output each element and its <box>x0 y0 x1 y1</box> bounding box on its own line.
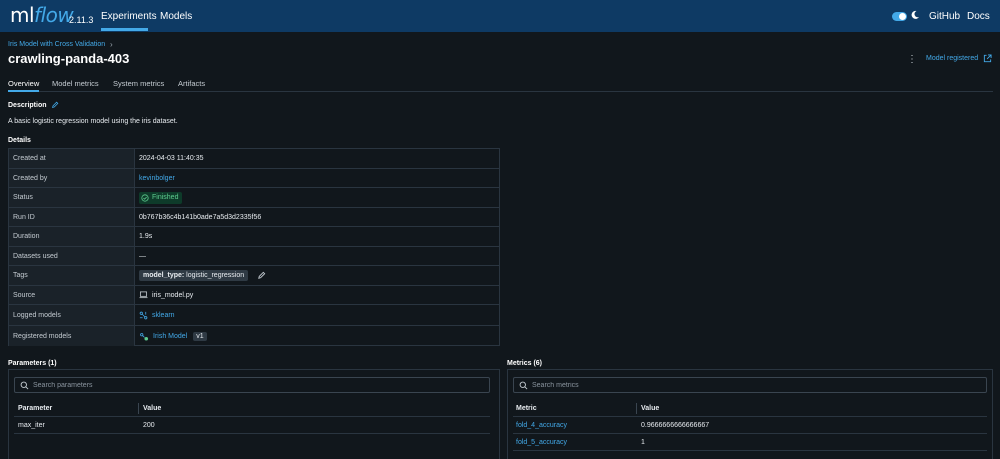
metrics-table-header: Metric Value <box>513 400 987 417</box>
metric-name-link[interactable]: fold_5_accuracy <box>516 434 567 451</box>
parameter-name: max_iter <box>18 422 45 429</box>
tab-overview[interactable]: Overview <box>8 79 39 88</box>
status-text: Finished <box>152 194 179 201</box>
details-row-tags: Tags model_type: logistic_regression <box>9 266 499 286</box>
details-row-run-id: Run ID 0b767b36c4b141b0ade7a5d3d2335f56 <box>9 208 499 227</box>
details-row-status: Status Finished <box>9 188 499 208</box>
created-at-value: 2024-04-03 11:40:35 <box>139 155 204 162</box>
more-options-icon[interactable]: ⋮ <box>907 54 917 65</box>
source-value[interactable]: iris_model.py <box>152 292 193 299</box>
tabs-divider <box>8 91 993 92</box>
duration-value: 1.9s <box>139 233 153 240</box>
metric-value: 0.9666666666666667 <box>641 422 710 429</box>
description-heading: Description <box>8 102 47 109</box>
tag-value: logistic_regression <box>184 272 245 279</box>
table-row: max_iter 200 <box>14 417 490 434</box>
tag-chip: model_type: logistic_regression <box>139 270 249 281</box>
table-row: fold_5_accuracy 1 <box>513 434 987 451</box>
metrics-panel: Metric Value fold_4_accuracy 0.966666666… <box>507 369 993 459</box>
column-divider[interactable] <box>636 403 637 414</box>
details-label: Registered models <box>9 326 135 346</box>
details-label: Tags <box>9 266 135 285</box>
moon-icon <box>911 10 919 19</box>
theme-toggle[interactable] <box>892 12 907 21</box>
breadcrumb-chevron-icon: › <box>110 40 113 49</box>
metric-value: 1 <box>641 439 645 446</box>
details-row-logged-models: Logged models sklearn <box>9 305 499 326</box>
details-label: Datasets used <box>9 247 135 265</box>
datasets-value: — <box>139 252 146 260</box>
details-row-created-by: Created by kevinbolger <box>9 169 499 188</box>
github-link[interactable]: GitHub <box>929 11 960 22</box>
tab-system-metrics[interactable]: System metrics <box>113 79 164 88</box>
details-label: Status <box>9 188 135 207</box>
details-row-datasets: Datasets used — <box>9 247 499 266</box>
column-header-value[interactable]: Value <box>641 400 659 417</box>
parameters-heading: Parameters (1) <box>8 360 57 367</box>
version-label: 2.11.3 <box>69 15 94 25</box>
mlflow-logo[interactable]: mlflow <box>10 3 74 27</box>
column-header-value[interactable]: Value <box>143 400 161 417</box>
top-navbar: mlflow 2.11.3 Experiments Models GitHub … <box>0 0 1000 32</box>
details-heading: Details <box>8 137 31 144</box>
breadcrumb-experiment-link[interactable]: Iris Model with Cross Validation <box>8 41 105 48</box>
external-link-icon[interactable] <box>983 54 992 63</box>
details-table: Created at 2024-04-03 11:40:35 Created b… <box>8 148 500 346</box>
created-by-link[interactable]: kevinbolger <box>139 169 175 187</box>
column-divider[interactable] <box>138 403 139 414</box>
details-label: Source <box>9 286 135 304</box>
laptop-icon <box>139 291 148 299</box>
page-title: crawling-panda-403 <box>8 51 130 66</box>
logged-model-link[interactable]: sklearn <box>152 312 175 319</box>
details-row-source: Source iris_model.py <box>9 286 499 305</box>
table-row: fold_4_accuracy 0.9666666666666667 <box>513 417 987 434</box>
search-icon <box>20 381 29 390</box>
edit-tags-pencil-icon[interactable] <box>257 271 266 280</box>
details-label: Duration <box>9 227 135 246</box>
check-circle-icon <box>141 193 149 202</box>
details-row-duration: Duration 1.9s <box>9 227 499 247</box>
search-icon <box>519 381 528 390</box>
details-label: Run ID <box>9 208 135 226</box>
parameters-table-header: Parameter Value <box>14 400 490 417</box>
parameters-panel: Parameter Value max_iter 200 <box>8 369 500 459</box>
tab-artifacts[interactable]: Artifacts <box>178 79 205 88</box>
details-label: Created by <box>9 169 135 187</box>
tag-key: model_type: <box>143 272 185 279</box>
search-metrics-box[interactable] <box>513 377 987 393</box>
tab-model-metrics[interactable]: Model metrics <box>52 79 99 88</box>
run-id-value: 0b767b36c4b141b0ade7a5d3d2335f56 <box>139 213 262 221</box>
model-registered-link[interactable]: Model registered <box>926 55 978 62</box>
column-header-parameter[interactable]: Parameter <box>18 400 52 417</box>
edit-pencil-icon[interactable] <box>51 101 59 109</box>
metric-name-link[interactable]: fold_4_accuracy <box>516 417 567 434</box>
nav-models[interactable]: Models <box>160 11 192 22</box>
details-row-registered-models: Registered models Irish Model v1 <box>9 326 499 346</box>
model-icon <box>139 311 148 319</box>
search-parameters-input[interactable] <box>33 379 333 391</box>
details-label: Logged models <box>9 305 135 325</box>
registered-model-link[interactable]: Irish Model <box>153 333 187 340</box>
description-text: A basic logistic regression model using … <box>8 118 178 125</box>
nav-experiments[interactable]: Experiments <box>101 11 157 22</box>
nav-active-underline <box>101 28 148 31</box>
search-parameters-box[interactable] <box>14 377 490 393</box>
metrics-heading: Metrics (6) <box>507 360 543 367</box>
status-badge: Finished <box>139 191 183 204</box>
registered-model-icon <box>140 332 149 341</box>
model-version-badge[interactable]: v1 <box>193 331 207 341</box>
details-row-created-at: Created at 2024-04-03 11:40:35 <box>9 149 499 169</box>
column-header-metric[interactable]: Metric <box>516 400 537 417</box>
parameter-value: 200 <box>143 422 155 429</box>
tab-active-underline <box>8 90 39 92</box>
docs-link[interactable]: Docs <box>967 11 990 22</box>
details-label: Created at <box>9 149 135 168</box>
search-metrics-input[interactable] <box>532 379 832 391</box>
